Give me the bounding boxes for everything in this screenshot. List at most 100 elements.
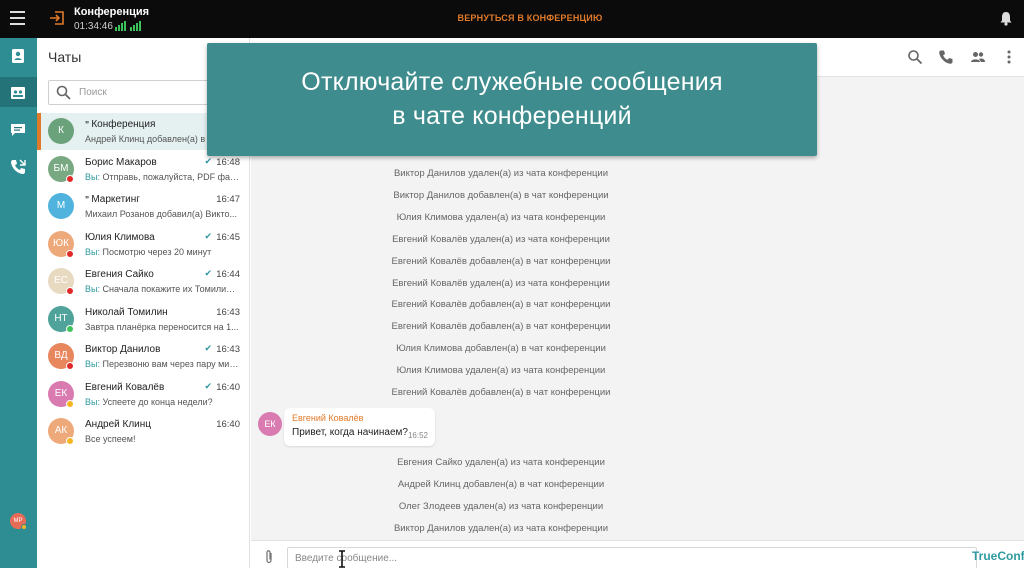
banner-line-1: Отключайте служебные сообщения bbox=[301, 68, 723, 96]
exit-conference-icon[interactable] bbox=[49, 10, 65, 26]
read-check-icon: ✔ bbox=[204, 268, 212, 278]
return-to-conference-link[interactable]: ВЕРНУТЬСЯ В КОНФЕРЕНЦИЮ bbox=[380, 13, 680, 23]
chat-time: 16:47 bbox=[216, 194, 240, 205]
chat-preview: Вы: Перезвоню вам через пару мин... bbox=[85, 359, 240, 369]
chat-name-text: Евгения Сайко bbox=[85, 269, 154, 280]
signal-strength-icon bbox=[130, 21, 141, 31]
panel-title: Чаты bbox=[48, 49, 82, 65]
chat-preview-text: Перезвоню вам через пару мин... bbox=[102, 359, 240, 369]
left-rail bbox=[0, 38, 37, 568]
presence-status-dot bbox=[66, 324, 74, 333]
system-message: Виктор Данилов удален(а) из чата конфере… bbox=[393, 168, 609, 179]
top-bar: Конференция 01:34:46 ВЕРНУТЬСЯ В КОНФЕРЕ… bbox=[0, 0, 1024, 38]
chat-name-text: Николай Томилин bbox=[85, 306, 168, 318]
presence-status-dot bbox=[66, 287, 74, 295]
chat-preview-text: Успеете до конца недели? bbox=[102, 396, 213, 407]
chat-name: ❞ Конференция bbox=[85, 119, 155, 130]
chat-time: 16:40 bbox=[216, 381, 240, 393]
you-prefix: Вы: bbox=[85, 171, 103, 182]
system-message: Евгений Ковалёв добавлен(а) в чат конфер… bbox=[391, 387, 611, 398]
chat-preview: Вы: Сначала покажите их Томилину... bbox=[85, 284, 240, 294]
system-message: Виктор Данилов добавлен(а) в чат конфере… bbox=[393, 189, 609, 201]
message-bubble: Евгений Ковалёв Привет, когда начинаем? … bbox=[284, 408, 435, 446]
attach-icon[interactable] bbox=[263, 549, 275, 565]
chat-avatar: М bbox=[48, 193, 74, 219]
chat-preview-text: Посмотрю через 20 минут bbox=[102, 246, 212, 257]
chat-name-text: Евгений Ковалёв bbox=[85, 381, 165, 393]
search-icon bbox=[56, 85, 71, 100]
message-author: Евгений Ковалёв bbox=[292, 413, 364, 423]
presence-status-dot bbox=[66, 437, 74, 445]
chat-name: ❞ Маркетинг bbox=[85, 194, 140, 205]
chat-list-item[interactable]: ЕС Евгения Сайко ✔ 16:44 Вы: Сначала покажит… bbox=[37, 263, 250, 300]
chat-name: Евгения Сайко bbox=[85, 269, 154, 280]
message-composer bbox=[251, 540, 1024, 568]
read-check-icon: ✔ bbox=[204, 380, 212, 391]
system-message: Юлия Климова добавлен(а) в чат конференц… bbox=[396, 343, 606, 355]
system-message: Юлия Климова удален(а) из чата конференц… bbox=[396, 211, 606, 223]
call-history-icon[interactable] bbox=[9, 158, 27, 176]
presence-status-dot bbox=[66, 174, 74, 183]
phone-icon[interactable] bbox=[938, 49, 954, 65]
conference-timer: 01:34:46 bbox=[74, 21, 113, 32]
system-message: Евгения Сайко удален(а) из чата конферен… bbox=[397, 457, 605, 468]
chat-preview: Все успеем! bbox=[85, 434, 240, 444]
chat-list-item[interactable]: АК Андрей Клинц 16:40 Все успеем! bbox=[37, 413, 250, 450]
chat-preview-text: Сначала покажите их Томилину... bbox=[102, 284, 240, 294]
chat-list-item[interactable]: ЕК Евгений Ковалёв ✔ 16:40 Вы: Успеете до ко… bbox=[37, 376, 250, 413]
more-options-icon[interactable] bbox=[1001, 49, 1017, 65]
system-message: Юлия Климова удален(а) из чата конференц… bbox=[396, 365, 606, 377]
dashboard-icon[interactable] bbox=[9, 84, 27, 102]
chat-time: 16:44 bbox=[216, 269, 240, 280]
chat-list-item[interactable]: ЮК Юлия Климова ✔ 16:45 Вы: Посмотрю через 2… bbox=[37, 226, 250, 263]
chat-time: 16:40 bbox=[216, 419, 240, 430]
chat-icon[interactable] bbox=[9, 121, 27, 139]
chat-name-text: Виктор Данилов bbox=[85, 344, 161, 355]
presence-status-dot bbox=[66, 362, 74, 370]
system-message: Евгений Ковалёв добавлен(а) в чат конфер… bbox=[391, 255, 611, 267]
chat-time: 16:48 bbox=[216, 156, 240, 168]
contacts-icon[interactable] bbox=[9, 47, 27, 65]
you-prefix: Вы: bbox=[85, 396, 103, 407]
chat-name-text: Андрей Клинц bbox=[85, 419, 152, 430]
chat-time: 16:43 bbox=[216, 344, 240, 355]
chat-list-item[interactable]: М ❞ Маркетинг 16:47 Михаил Розанов добавил(а… bbox=[37, 188, 250, 225]
chat-list-item[interactable]: БМ Борис Макаров ✔ 16:48 Вы: Отправь, пожалу… bbox=[37, 151, 250, 188]
participants-icon[interactable] bbox=[970, 49, 986, 65]
chat-preview: Вы: Посмотрю через 20 минут bbox=[85, 247, 240, 257]
you-prefix: Вы: bbox=[85, 359, 103, 369]
conference-title: Конференция bbox=[74, 6, 150, 18]
message-input[interactable] bbox=[287, 547, 977, 568]
menu-icon[interactable] bbox=[10, 11, 25, 25]
chat-preview: Вы: Успеете до конца недели? bbox=[85, 397, 240, 407]
message-time: 16:52 bbox=[407, 431, 428, 440]
chat-list-item[interactable]: ВД Виктор Данилов ✔ 16:43 Вы: Перезвоню вам … bbox=[37, 338, 250, 375]
chat-preview-text: Все успеем! bbox=[85, 434, 136, 444]
message-text: Привет, когда начинаем? bbox=[292, 427, 408, 438]
presence-status-dot bbox=[66, 399, 74, 408]
search-icon[interactable] bbox=[907, 49, 923, 65]
chat-name: Андрей Клинц bbox=[85, 419, 151, 430]
chat-time: 16:45 bbox=[216, 231, 240, 243]
banner-line-2: в чате конференций bbox=[392, 102, 632, 130]
chat-time: 16:43 bbox=[216, 306, 240, 318]
system-message: Андрей Клинц добавлен(а) в чат конференц… bbox=[397, 479, 605, 490]
chat-list-item[interactable]: НТ Николай Томилин 16:43 Завтра планёрка пе… bbox=[37, 301, 250, 338]
group-chat-icon: ❞ bbox=[85, 120, 90, 129]
chat-preview: Завтра планёрка переносится на 1... bbox=[85, 322, 240, 332]
chat-name-text: Борис Макаров bbox=[85, 156, 157, 168]
message-author-avatar[interactable]: ЕК bbox=[258, 412, 282, 436]
chat-preview-text: Завтра планёрка переносится на 1... bbox=[85, 321, 239, 332]
system-message: Евгений Ковалёв удален(а) из чата конфер… bbox=[392, 233, 610, 245]
system-message: Евгений Ковалёв добавлен(а) в чат конфер… bbox=[391, 299, 611, 311]
chat-name: Николай Томилин bbox=[85, 307, 168, 318]
signal-strength-icon bbox=[115, 21, 126, 31]
presence-status-dot bbox=[66, 249, 74, 258]
chat-name-text: Маркетинг bbox=[91, 194, 140, 205]
you-prefix: Вы: bbox=[85, 284, 103, 294]
group-chat-icon: ❞ bbox=[85, 195, 90, 204]
chat-name: Юлия Климова bbox=[85, 232, 155, 243]
notifications-bell-icon[interactable] bbox=[999, 11, 1013, 26]
chat-avatar: К bbox=[48, 118, 74, 144]
promo-banner: Отключайте служебные сообщения в чате ко… bbox=[207, 43, 817, 156]
